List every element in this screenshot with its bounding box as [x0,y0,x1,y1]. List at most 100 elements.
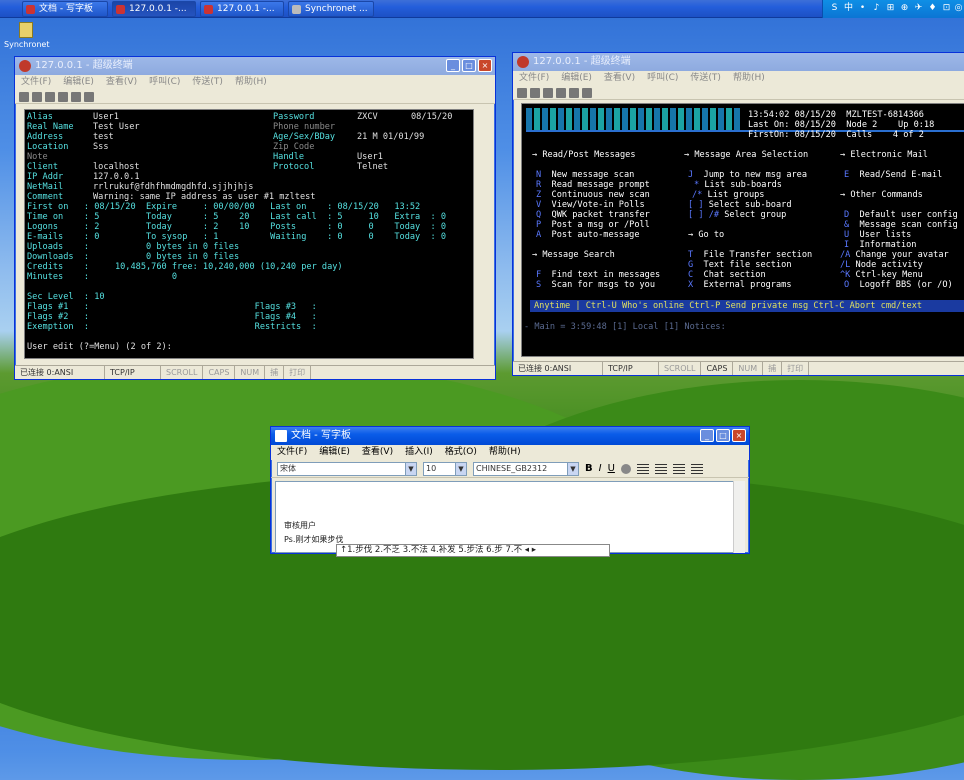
stats-line: Minutes : 0 [27,272,178,282]
field-value: Sss [93,142,109,152]
color-icon[interactable] [620,463,631,474]
document-area[interactable]: 审核用户 Ps.刚才如果步伐 [275,481,735,553]
underline-button[interactable]: U [608,463,615,474]
tray-icon[interactable]: ✈ [913,3,924,14]
menu-call[interactable]: 呼叫(C) [647,71,678,86]
menu-option: Q QWK packet transfer [536,210,650,220]
call-icon[interactable] [45,91,55,102]
maximize-button[interactable]: □ [716,429,730,442]
menu-format[interactable]: 格式(O) [445,445,477,460]
connection-status: 已连接 0:ANSI [15,366,105,379]
menu-help[interactable]: 帮助(H) [489,445,521,460]
align-right-icon[interactable] [672,463,685,474]
menu-transfer[interactable]: 传送(T) [690,71,721,86]
taskbar-button-synchronet[interactable]: Synchronet ... [288,1,374,17]
open-icon[interactable] [32,91,42,102]
new-icon[interactable] [19,91,29,102]
menu-transfer[interactable]: 传送(T) [192,75,223,90]
terminal-screen[interactable]: 13:54:02 08/15/20 MZLTEST-6814366 Last O… [521,103,964,357]
new-icon[interactable] [517,87,527,98]
close-button[interactable]: × [732,429,746,442]
disconnect-icon[interactable] [556,87,566,98]
info-line: Last On: 08/15/20 Node 2 Up 0:18 [748,120,935,130]
menu-file[interactable]: 文件(F) [277,445,307,460]
menu-view[interactable]: 查看(V) [362,445,393,460]
menu-option: D Default user config [844,210,958,220]
ime-candidate-bar[interactable]: ↑1.步伐 2.不乏 3.不法 4.补发 5.步法 6.步 7.不 ◂ ▸ [336,544,610,557]
terminal-screen[interactable]: Alias User1 Real Name Test User Address … [24,109,474,359]
section-heading: → Go to [688,230,725,240]
menu-insert[interactable]: 插入(I) [405,445,433,460]
field-value: 127.0.0.1 [93,172,140,182]
stats-line: Credits : 10,485,760 free: 10,240,000 (1… [27,262,343,272]
minimize-button[interactable]: _ [700,429,714,442]
tray-icon[interactable]: ♦ [927,3,938,14]
print-indicator: 打印 [284,366,312,379]
ime-icon[interactable]: 中 [843,3,854,14]
field-label: Note [27,152,48,162]
properties-icon[interactable] [84,91,94,102]
menu-file[interactable]: 文件(F) [21,75,51,90]
bold-button[interactable]: B [585,463,593,474]
tray-icon[interactable]: ◎ [953,3,964,14]
synchronet-icon [292,5,301,14]
align-center-icon[interactable] [654,463,667,474]
minimize-button[interactable]: _ [446,59,460,72]
font-combo[interactable]: 宋体 ▼ [277,461,417,476]
menu-option: P Post a msg or /Poll [536,220,650,230]
close-button[interactable]: × [478,59,492,72]
menu-edit[interactable]: 编辑(E) [561,71,592,86]
sec-line: Flags #1 : Flags #3 : [27,302,317,312]
size-combo[interactable]: 10 ▼ [423,461,467,476]
menu-edit[interactable]: 编辑(E) [319,445,350,460]
vertical-scrollbar[interactable] [733,481,745,553]
tray-icon[interactable]: ⊡ [941,3,952,14]
maximize-button[interactable]: □ [462,59,476,72]
num-indicator: NUM [235,366,266,379]
protocol-status: TCP/IP [603,362,659,375]
section-heading: → Electronic Mail [840,150,928,160]
menu-file[interactable]: 文件(F) [519,71,549,86]
script-combo[interactable]: CHINESE_GB2312 ▼ [473,461,579,476]
menu-view[interactable]: 查看(V) [604,71,635,86]
menu-view[interactable]: 查看(V) [106,75,137,90]
menu-edit[interactable]: 编辑(E) [63,75,94,90]
taskbar-button-terminal-2[interactable]: 127.0.0.1 -... [200,1,284,17]
title-bar[interactable]: 127.0.0.1 - 超级终端 [513,53,964,71]
disconnect-icon[interactable] [58,91,68,102]
send-icon[interactable] [71,91,81,102]
tray-icon[interactable]: ⊞ [885,3,896,14]
bullets-icon[interactable] [690,463,703,474]
menu-option: * List sub-boards [694,180,782,190]
taskbar-button-terminal-1[interactable]: 127.0.0.1 -... [112,1,196,17]
field-label: Zip Code [273,142,315,152]
align-left-icon[interactable] [636,463,649,474]
call-icon[interactable] [543,87,553,98]
open-icon[interactable] [530,87,540,98]
field-value: ZXCV [357,112,378,122]
hotkey-bar-text: Anytime | Ctrl-U Who's online Ctrl-P Sen… [534,301,923,311]
tray-icon[interactable]: S [829,3,840,14]
menu-option: R Read message prompt [536,180,650,190]
sec-line: Flags #2 : Flags #4 : [27,312,317,322]
menu-help[interactable]: 帮助(H) [235,75,267,90]
properties-icon[interactable] [582,87,592,98]
field-label: Protocol [273,162,315,172]
field-value: rrlrukuf@fdhfhmdmgdhfd.sjjhjhjs [93,182,254,192]
taskbar-button-wordpad[interactable]: 文档 - 写字板 [22,1,108,17]
chevron-down-icon: ▼ [405,462,416,475]
italic-button[interactable]: I [599,463,602,474]
terminal-icon [204,5,213,14]
tray-icon[interactable]: • [857,3,868,14]
tray-icon[interactable]: ⊕ [899,3,910,14]
title-bar[interactable]: 127.0.0.1 - 超级终端 _ □ × [15,57,495,75]
send-icon[interactable] [569,87,579,98]
menu-option: X External programs [688,280,792,290]
wordpad-window: 文档 - 写字板 _ □ × 文件(F) 编辑(E) 查看(V) 插入(I) 格式(… [270,426,750,554]
volume-icon[interactable]: ♪ [871,3,882,14]
desktop-icon-synchronet[interactable]: Synchronet [4,22,50,49]
menu-option: N New message scan [536,170,635,180]
menu-help[interactable]: 帮助(H) [733,71,765,86]
title-bar[interactable]: 文档 - 写字板 _ □ × [271,427,749,445]
menu-call[interactable]: 呼叫(C) [149,75,180,90]
